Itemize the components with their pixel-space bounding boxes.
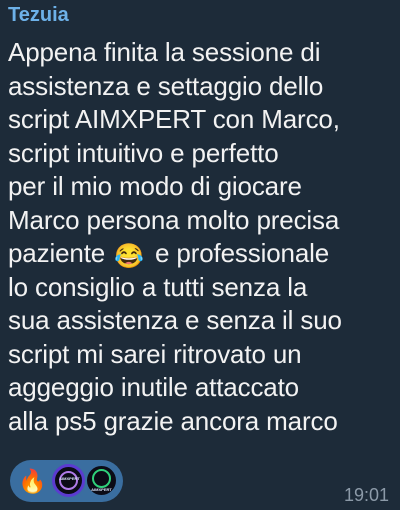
message-bubble[interactable]: Tezuia Appena finita la sessione di assi… xyxy=(0,0,400,510)
message-line: script AIMXPERT con Marco, xyxy=(8,104,340,134)
message-line: per il mio modo di giocare xyxy=(8,171,302,201)
fire-icon: 🔥 xyxy=(18,468,47,494)
reactor-avatar[interactable]: AIMXPERT xyxy=(52,464,85,497)
reactor-avatar[interactable]: AIMXPERT xyxy=(85,464,118,497)
message-time: 19:01 xyxy=(343,485,389,505)
message-line: assistenza e settaggio dello xyxy=(8,70,324,101)
message-line-with-emoji: paziente 😂 e professionale xyxy=(8,237,398,271)
message-line-part: e professionale xyxy=(155,238,330,268)
message-line: alla ps5 grazie ancora marco xyxy=(8,405,338,436)
message-text: Appena finita la sessione di assistenza … xyxy=(8,36,398,438)
message-line: aggeggio inutile attaccato xyxy=(8,372,299,402)
tears-of-joy-emoji: 😂 xyxy=(114,243,144,270)
logo-ring-icon xyxy=(92,469,111,488)
message-line: sua assistenza e senza il suo xyxy=(8,305,342,335)
avatar-logo-text: AIMXPERT xyxy=(91,487,112,492)
message-line: script intuitivo e perfetto xyxy=(8,137,279,168)
avatar-logo-text: AIMXPERT xyxy=(59,476,80,481)
sender-name[interactable]: Tezuia xyxy=(8,2,69,28)
reaction-pill[interactable]: 🔥 AIMXPERT AIMXPERT xyxy=(10,460,123,502)
message-line-part: paziente xyxy=(8,238,106,268)
message-line: Marco persona molto precisa xyxy=(8,204,340,235)
message-line: script mi sarei ritrovato un xyxy=(8,338,302,369)
message-line: Appena finita la sessione di xyxy=(8,37,321,67)
message-line: lo consiglio a tutti senza la xyxy=(8,271,308,302)
